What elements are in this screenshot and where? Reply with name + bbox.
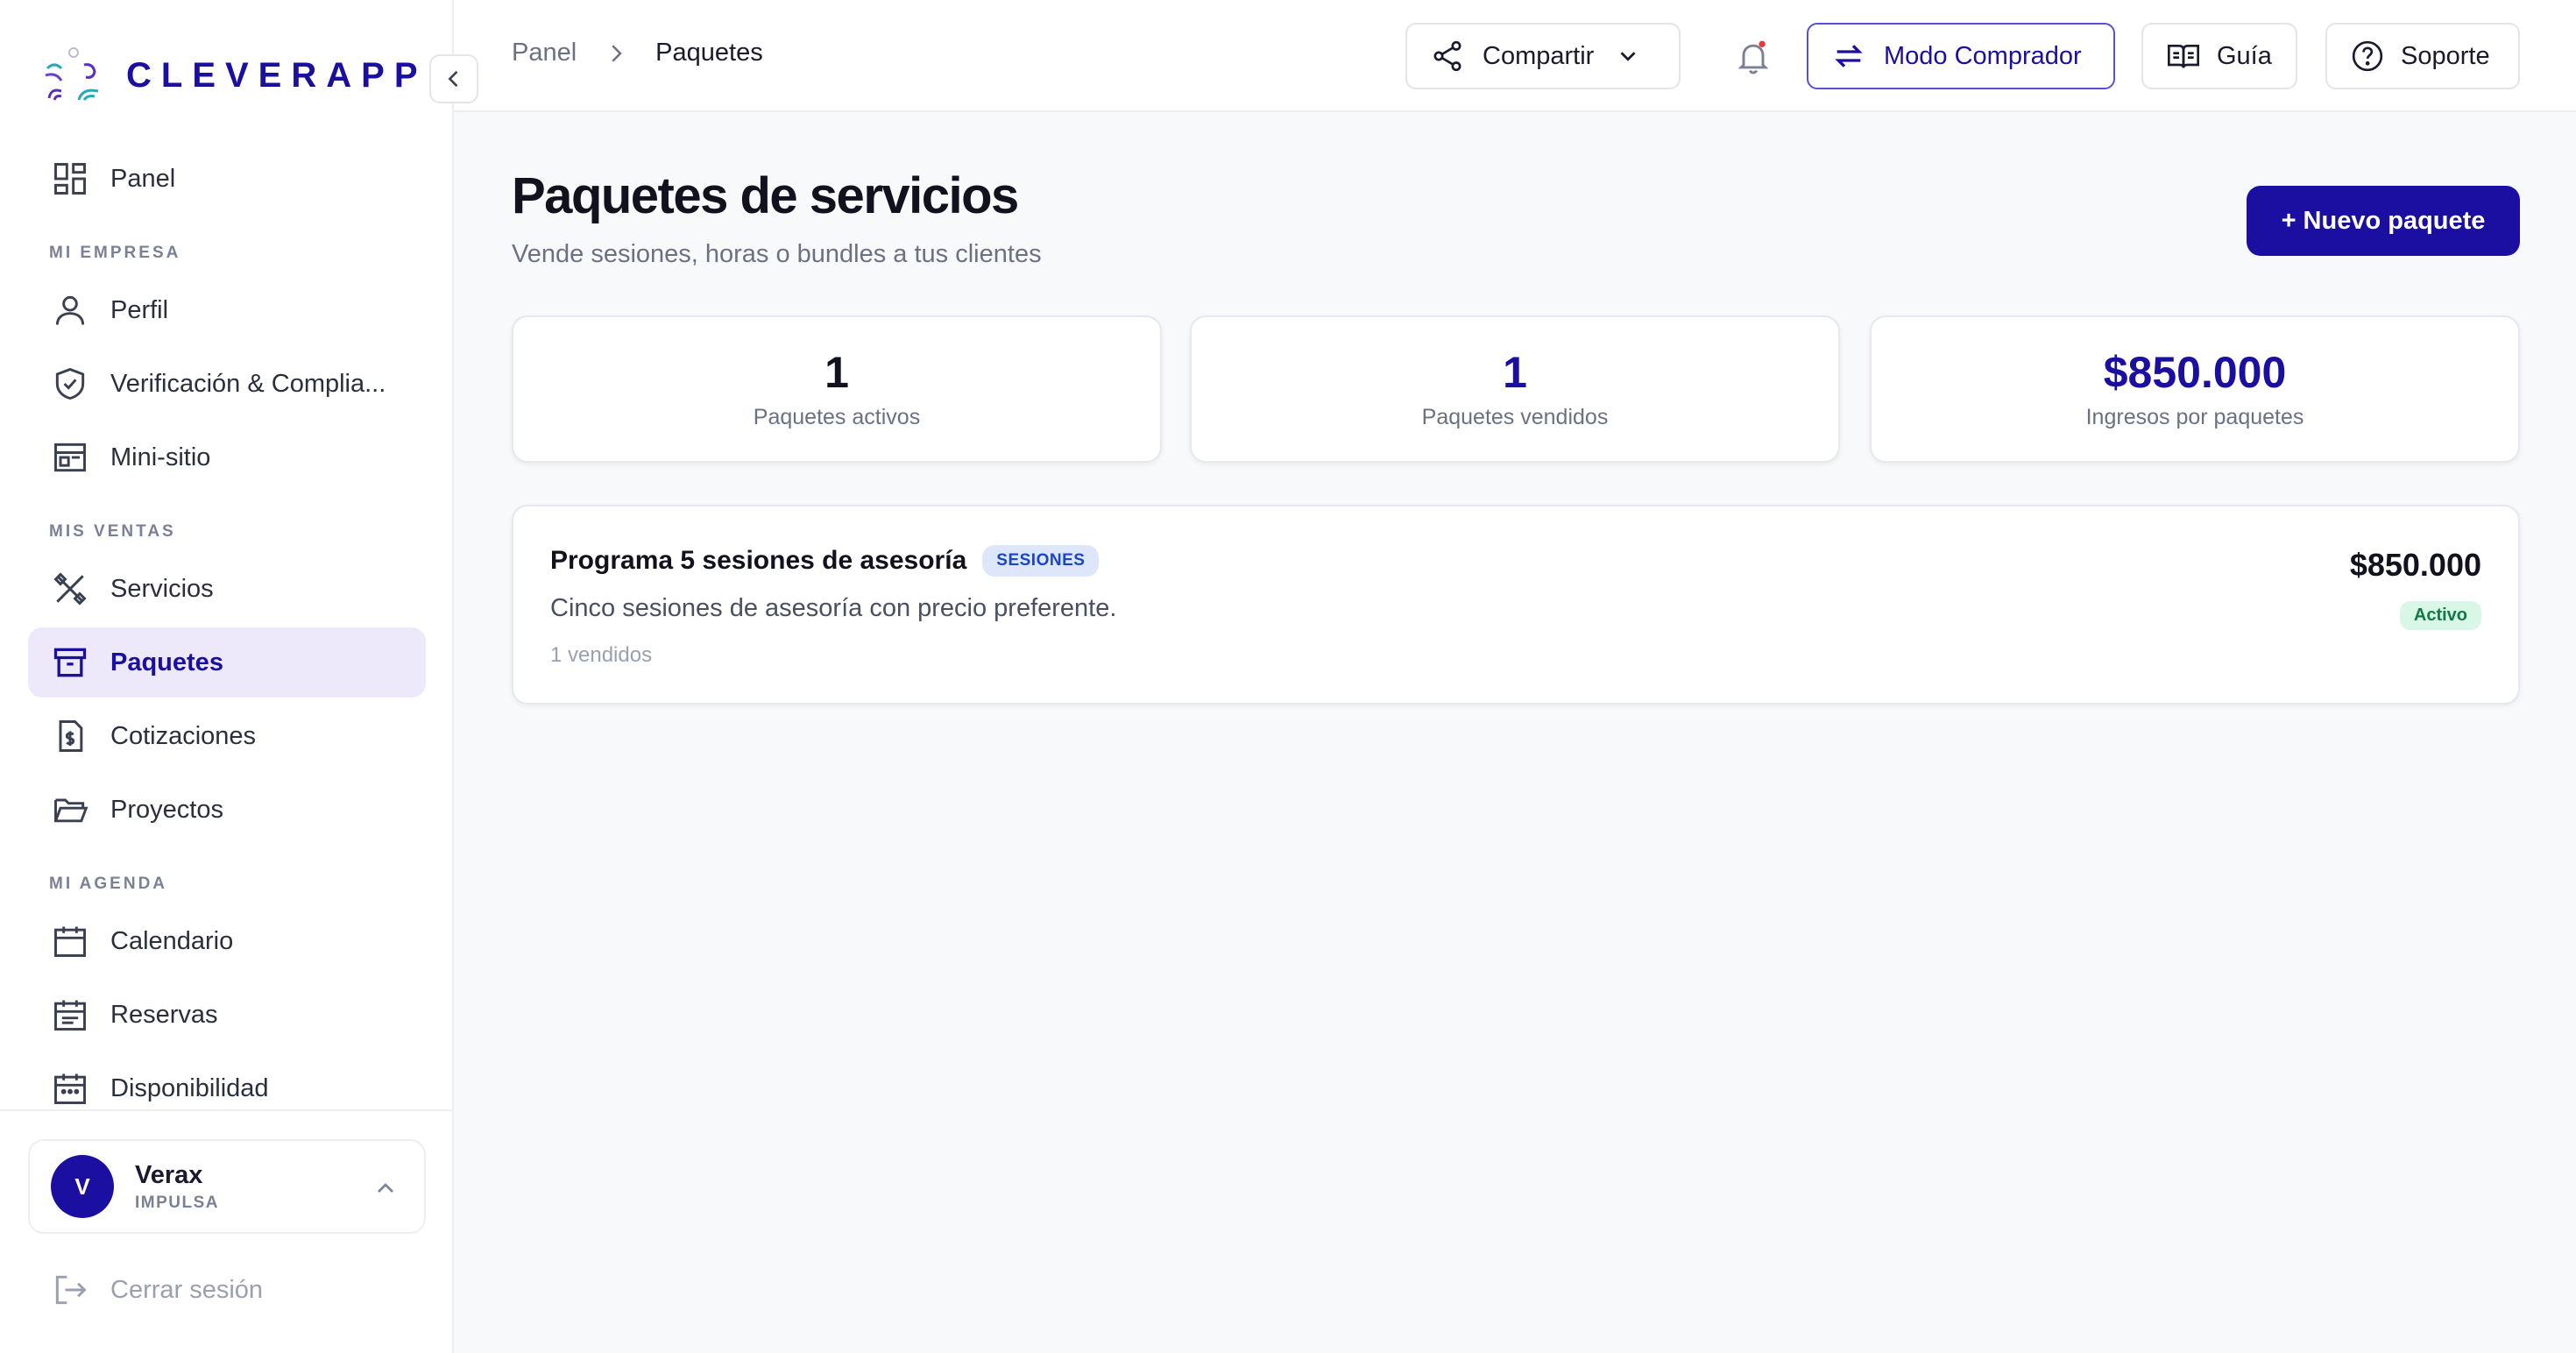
buyer-mode-button[interactable]: Modo Comprador xyxy=(1807,23,2115,89)
brand-name: CLEVERAPP xyxy=(126,55,428,95)
user-info: Verax IMPULSA xyxy=(135,1161,219,1213)
user-icon xyxy=(55,295,85,325)
sidebar-footer: V Verax IMPULSA Cerrar sesión xyxy=(0,1109,452,1353)
chevron-right-icon xyxy=(612,44,622,62)
sidebar-item-label: Panel xyxy=(110,164,176,193)
stat-label: Ingresos por paquetes xyxy=(2085,405,2304,429)
stat-card-active: 1 Paquetes activos xyxy=(512,315,1162,463)
sidebar-item-label: Proyectos xyxy=(110,795,223,824)
package-name: Programa 5 sesiones de asesoría xyxy=(550,546,967,575)
sidebar-item-label: Mini-sitio xyxy=(110,443,211,471)
package-price: $850.000 xyxy=(2349,547,2481,583)
topbar: Panel Paquetes Compartir Modo Comprador … xyxy=(454,0,2576,112)
book-open-icon xyxy=(2168,45,2199,68)
share-icon xyxy=(1433,40,1461,72)
sidebar-item-verificacion[interactable]: Verificación & Complia... xyxy=(28,349,426,419)
breadcrumb: Panel Paquetes xyxy=(512,39,763,67)
page-title: Paquetes de servicios xyxy=(512,167,1019,224)
user-menu[interactable]: V Verax IMPULSA xyxy=(28,1139,426,1234)
sidebar-item-label: Reservas xyxy=(110,1000,218,1029)
guide-label: Guía xyxy=(2217,41,2272,70)
tools-icon xyxy=(53,572,87,606)
nav-section-mi-agenda: MI AGENDA xyxy=(49,875,168,893)
share-button[interactable]: Compartir xyxy=(1405,23,1681,89)
sidebar-item-servicios[interactable]: Servicios xyxy=(28,554,426,624)
help-circle-icon xyxy=(2352,40,2383,72)
buyer-mode-label: Modo Comprador xyxy=(1884,41,2082,70)
sidebar-item-label: Servicios xyxy=(110,574,214,603)
user-name: Verax xyxy=(135,1160,203,1189)
stat-card-sold: 1 Paquetes vendidos xyxy=(1190,315,1840,463)
breadcrumb-parent[interactable]: Panel xyxy=(512,39,577,67)
sidebar: CLEVERAPP Panel MI EMPRESA Perfil Verifi… xyxy=(0,0,454,1353)
share-label: Compartir xyxy=(1483,41,1595,70)
notifications-button[interactable] xyxy=(1723,26,1784,88)
sidebar-item-mini-sitio[interactable]: Mini-sitio xyxy=(28,422,426,492)
new-package-button[interactable]: + Nuevo paquete xyxy=(2247,186,2520,256)
stat-value: $850.000 xyxy=(2103,348,2287,397)
sidebar-item-label: Calendario xyxy=(110,926,234,955)
stat-value: 1 xyxy=(1503,348,1527,397)
support-button[interactable]: Soporte xyxy=(2325,23,2520,89)
sidebar-item-calendario[interactable]: Calendario xyxy=(28,906,426,976)
package-header: Programa 5 sesiones de asesoría SESIONES xyxy=(550,545,1100,577)
sidebar-item-panel[interactable]: Panel xyxy=(28,144,426,214)
logout-button[interactable]: Cerrar sesión xyxy=(51,1271,263,1309)
guide-button[interactable]: Guía xyxy=(2141,23,2297,89)
support-label: Soporte xyxy=(2401,41,2490,70)
page-subtitle: Vende sesiones, horas o bundles a tus cl… xyxy=(512,240,1042,268)
bell-icon xyxy=(1737,40,1769,74)
collapse-sidebar-button[interactable] xyxy=(429,54,478,103)
user-plan: IMPULSA xyxy=(135,1193,219,1212)
avatar: V xyxy=(51,1155,114,1218)
logout-label: Cerrar sesión xyxy=(110,1275,264,1304)
brand-logo[interactable]: CLEVERAPP xyxy=(42,42,428,109)
chevron-down-icon xyxy=(1620,52,1636,61)
stat-value: 1 xyxy=(824,348,849,397)
dashboard-icon xyxy=(54,163,86,195)
sidebar-item-paquetes[interactable]: Paquetes xyxy=(28,627,426,698)
sidebar-item-label: Verificación & Complia... xyxy=(110,369,386,398)
nav-section-mi-empresa: MI EMPRESA xyxy=(49,244,181,262)
website-icon xyxy=(54,443,86,472)
sidebar-item-proyectos[interactable]: Proyectos xyxy=(28,775,426,845)
package-sold-count: 1 vendidos xyxy=(550,643,653,667)
calendar-icon xyxy=(54,926,86,957)
folder-open-icon xyxy=(54,798,88,823)
stat-label: Paquetes vendidos xyxy=(1421,405,1609,429)
calendar-dots-icon xyxy=(54,1073,86,1104)
sidebar-item-perfil[interactable]: Perfil xyxy=(28,275,426,345)
sidebar-item-label: Perfil xyxy=(110,295,169,324)
logout-icon xyxy=(55,1275,87,1305)
sidebar-item-disponibilidad[interactable]: Disponibilidad xyxy=(28,1053,426,1108)
stat-label: Paquetes activos xyxy=(753,405,921,429)
sidebar-item-cotizaciones[interactable]: Cotizaciones xyxy=(28,701,426,771)
breadcrumb-current: Paquetes xyxy=(655,39,763,67)
nav-section-mis-ventas: MIS VENTAS xyxy=(49,522,176,541)
chevron-up-icon[interactable] xyxy=(372,1174,400,1202)
invoice-icon xyxy=(59,720,83,752)
package-card[interactable]: Programa 5 sesiones de asesoría SESIONES… xyxy=(512,505,2520,705)
archive-box-icon xyxy=(53,648,87,677)
package-type-badge: SESIONES xyxy=(982,545,1100,577)
swap-arrows-icon xyxy=(1835,45,1863,67)
shield-check-icon xyxy=(55,367,85,400)
logo-icon xyxy=(45,47,99,101)
package-description: Cinco sesiones de asesoría con precio pr… xyxy=(550,594,1117,622)
stat-card-revenue: $850.000 Ingresos por paquetes xyxy=(1870,315,2520,463)
sidebar-item-label: Paquetes xyxy=(110,648,223,676)
sidebar-nav: Panel MI EMPRESA Perfil Verificación & C… xyxy=(28,144,426,1108)
sidebar-item-label: Cotizaciones xyxy=(110,721,257,750)
calendar-list-icon xyxy=(54,1000,86,1031)
status-badge: Activo xyxy=(2399,601,2481,630)
sidebar-item-label: Disponibilidad xyxy=(110,1073,269,1102)
sidebar-item-reservas[interactable]: Reservas xyxy=(28,980,426,1050)
chevron-left-icon xyxy=(448,70,458,88)
